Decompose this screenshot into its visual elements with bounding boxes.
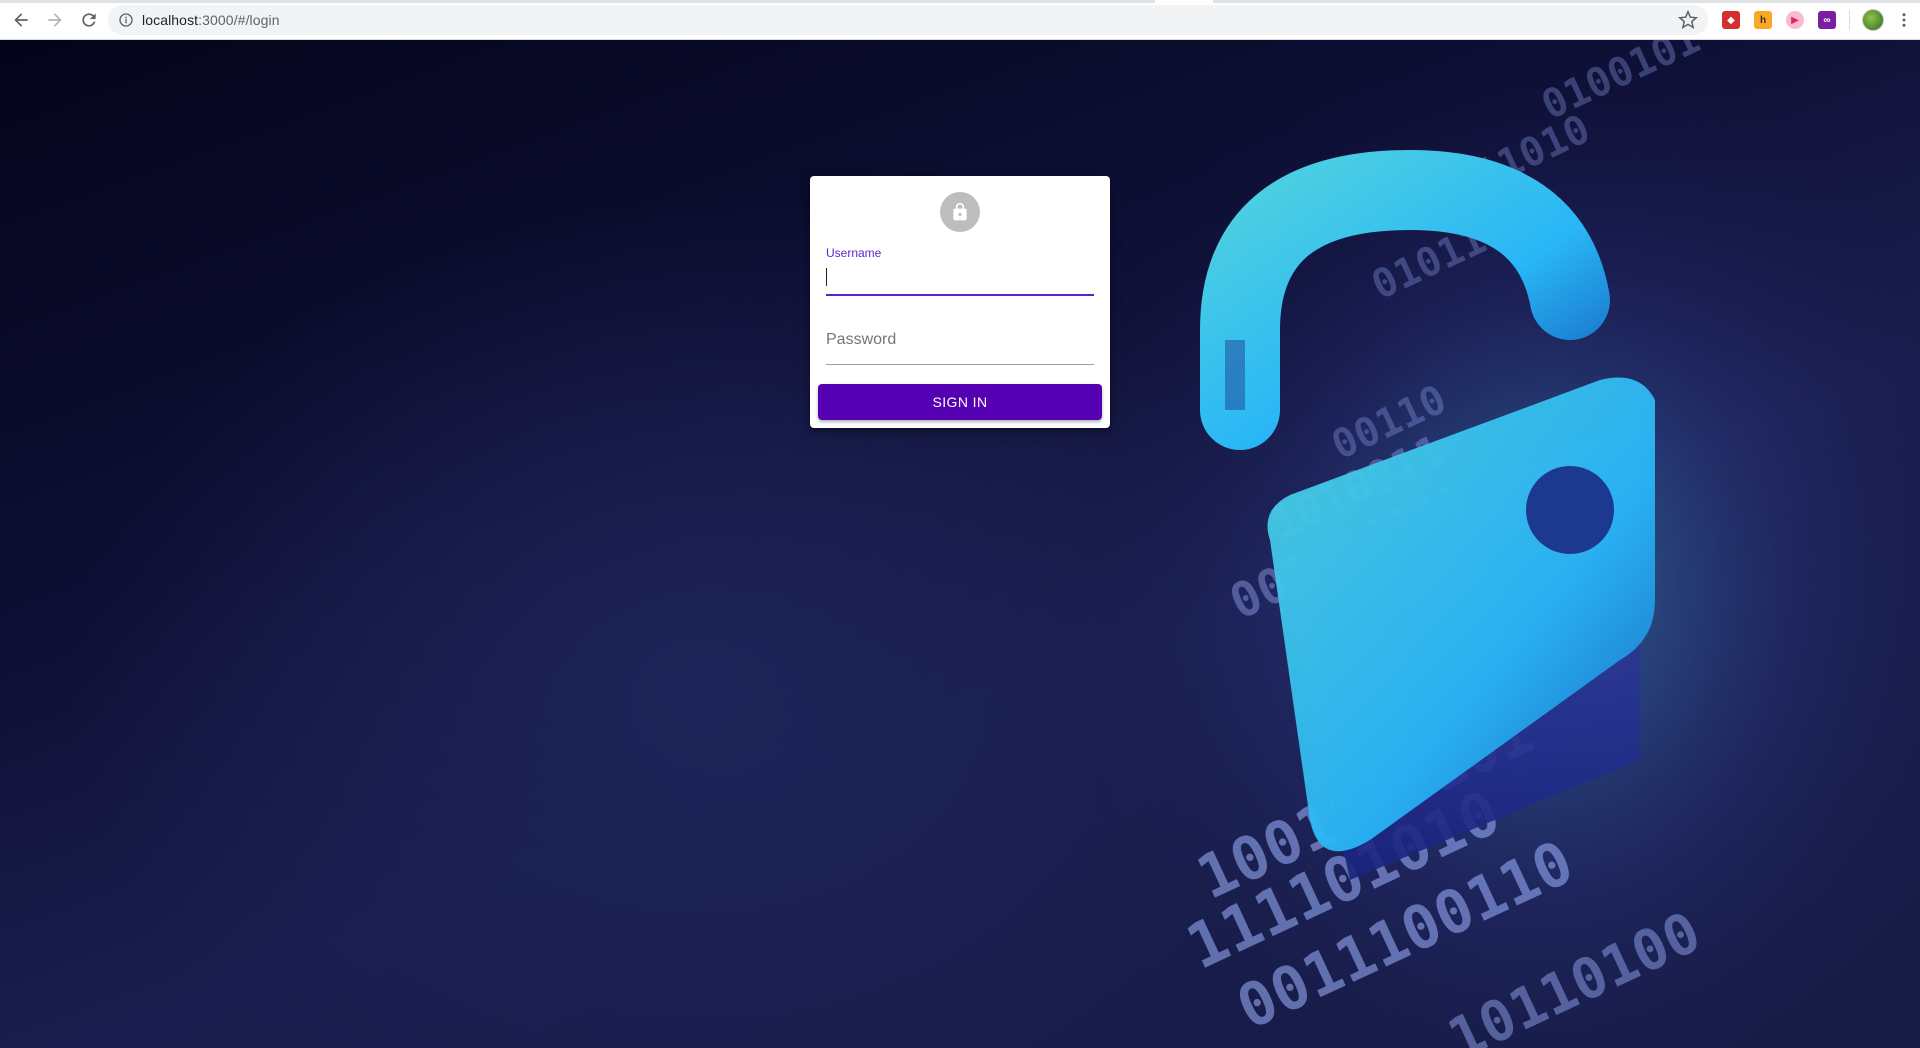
- forward-button[interactable]: [40, 5, 70, 35]
- kebab-menu-icon[interactable]: [1894, 10, 1914, 30]
- login-page: 1001110101 111101010 0011100110 00110011…: [0, 40, 1920, 1048]
- extension-play-icon[interactable]: ▶: [1786, 11, 1804, 29]
- url-text[interactable]: localhost:3000/#/login: [142, 12, 280, 28]
- username-input[interactable]: [826, 266, 1094, 290]
- tab-strip-edge: [0, 0, 1920, 3]
- lock-icon: [953, 202, 967, 221]
- password-underline: [826, 364, 1094, 365]
- username-label: Username: [826, 246, 882, 260]
- sign-in-button[interactable]: SIGN IN: [818, 384, 1102, 420]
- url-host: localhost: [142, 12, 199, 28]
- address-bar[interactable]: localhost:3000/#/login: [108, 5, 1708, 35]
- username-underline: [826, 294, 1094, 296]
- text-cursor: [826, 268, 827, 286]
- info-icon[interactable]: [118, 12, 134, 28]
- extension-yellow-icon[interactable]: h: [1754, 11, 1772, 29]
- login-card: Username SIGN IN: [810, 176, 1110, 428]
- password-input[interactable]: [826, 328, 1094, 352]
- toolbar-divider: [1849, 10, 1850, 30]
- extensions-area: ◆ h ▶ ∞: [1715, 0, 1920, 40]
- profile-avatar[interactable]: [1862, 9, 1884, 31]
- url-path: :3000/#/login: [198, 12, 280, 28]
- password-field: [826, 324, 1094, 368]
- reload-icon: [82, 12, 96, 27]
- arrow-left-icon: [14, 12, 28, 27]
- username-field: Username: [826, 246, 1094, 296]
- extension-purple-icon[interactable]: ∞: [1818, 11, 1836, 29]
- back-button[interactable]: [6, 5, 36, 35]
- reload-button[interactable]: [74, 5, 104, 35]
- background-padlock-illustration: 1001110101 111101010 0011100110 00110011…: [1080, 40, 1920, 1048]
- arrow-right-icon: [48, 12, 62, 27]
- browser-toolbar: localhost:3000/#/login ◆ h ▶ ∞: [0, 0, 1920, 40]
- star-icon[interactable]: [1677, 9, 1699, 30]
- lock-avatar: [940, 192, 980, 232]
- extension-red-icon[interactable]: ◆: [1722, 11, 1740, 29]
